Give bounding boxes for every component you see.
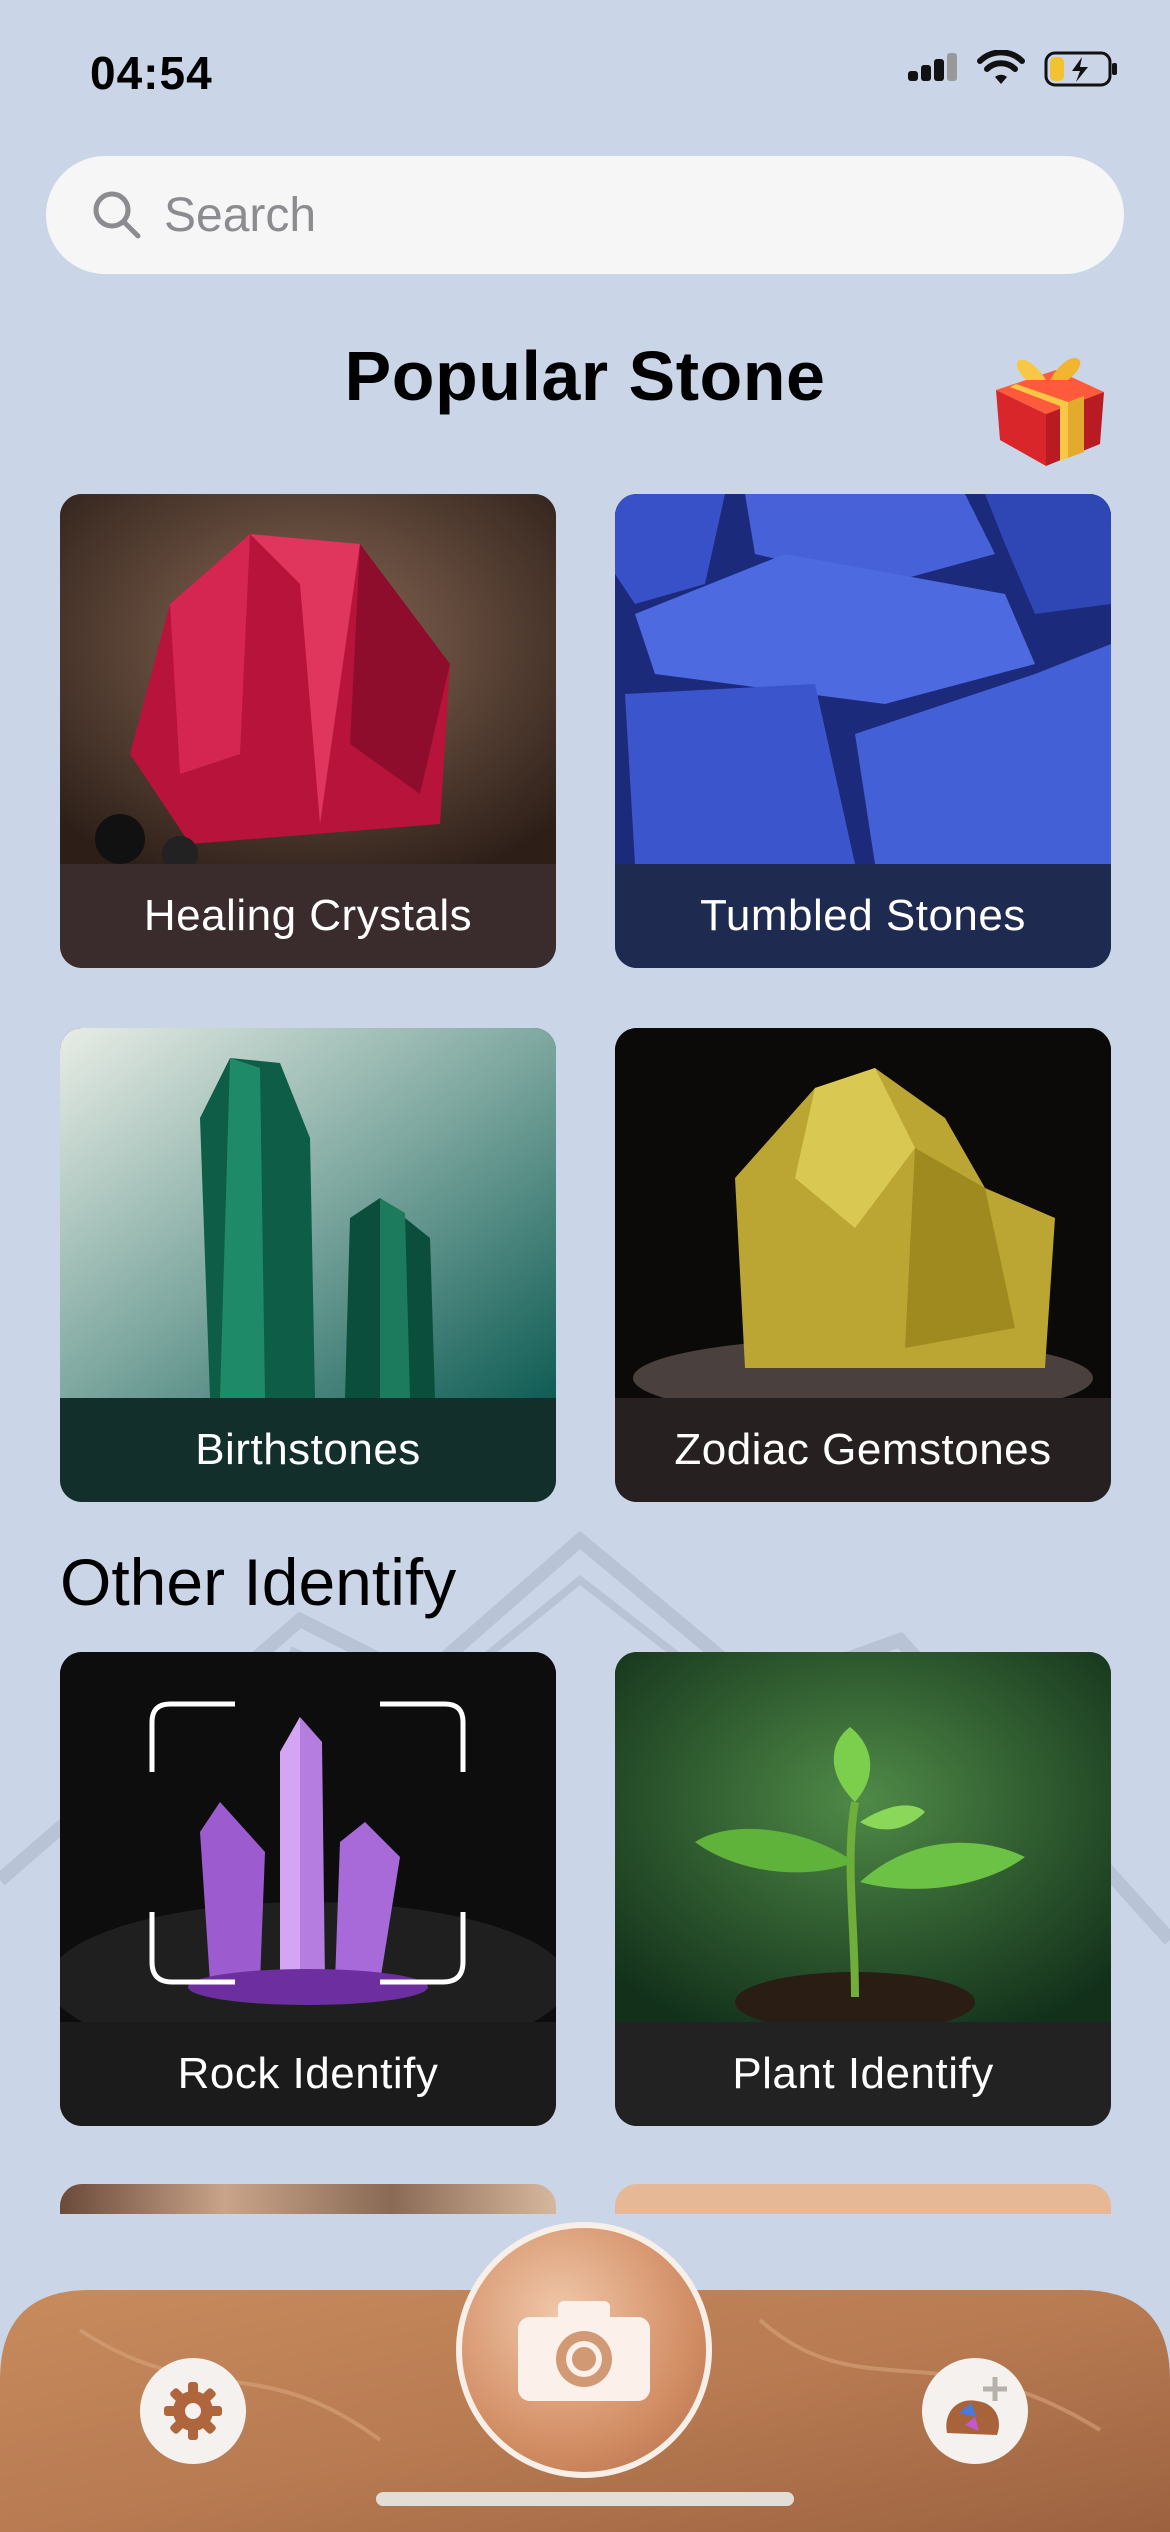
card-zodiac-gemstones[interactable]: Zodiac Gemstones: [615, 1028, 1111, 1502]
plant-identify-image: [615, 1652, 1111, 2022]
settings-button[interactable]: [140, 2358, 246, 2464]
card-label: Rock Identify: [60, 2022, 556, 2126]
card-tumbled-stones[interactable]: Tumbled Stones: [615, 494, 1111, 968]
battery-charging-icon: [1044, 51, 1117, 87]
other-identify-title: Other Identify: [60, 1545, 457, 1619]
collection-add-icon: [946, 2377, 1007, 2435]
status-time: 04:54: [90, 47, 213, 99]
card-peek-right[interactable]: [615, 2184, 1111, 2214]
zodiac-gemstones-image: [615, 1028, 1111, 1398]
search-bar[interactable]: [46, 156, 1124, 274]
gift-icon[interactable]: [986, 340, 1110, 470]
search-icon: [93, 191, 141, 239]
cellular-signal-icon: [908, 53, 957, 81]
rock-identify-image: [60, 1652, 556, 2022]
scan-camera-button[interactable]: [456, 2222, 712, 2478]
card-label: Birthstones: [60, 1398, 556, 1502]
camera-icon: [518, 2301, 650, 2401]
status-icons: [906, 50, 1120, 88]
tumbled-stones-image: [615, 494, 1111, 864]
card-label: Zodiac Gemstones: [615, 1398, 1111, 1502]
birthstones-image: [60, 1028, 556, 1398]
card-label: Healing Crystals: [60, 864, 556, 968]
card-label: Tumbled Stones: [615, 864, 1111, 968]
card-healing-crystals[interactable]: Healing Crystals: [60, 494, 556, 968]
home-indicator: [376, 2492, 794, 2506]
card-plant-identify[interactable]: Plant Identify: [615, 1652, 1111, 2126]
card-birthstones[interactable]: Birthstones: [60, 1028, 556, 1502]
card-peek-left[interactable]: [60, 2184, 556, 2214]
gear-icon: [164, 2382, 222, 2440]
card-rock-identify[interactable]: Rock Identify: [60, 1652, 556, 2126]
search-input[interactable]: [162, 186, 1066, 244]
status-bar: 04:54: [0, 0, 1170, 150]
collection-button[interactable]: [922, 2358, 1028, 2464]
wifi-icon: [977, 50, 1025, 84]
card-label: Plant Identify: [615, 2022, 1111, 2126]
healing-crystals-image: [60, 494, 556, 864]
